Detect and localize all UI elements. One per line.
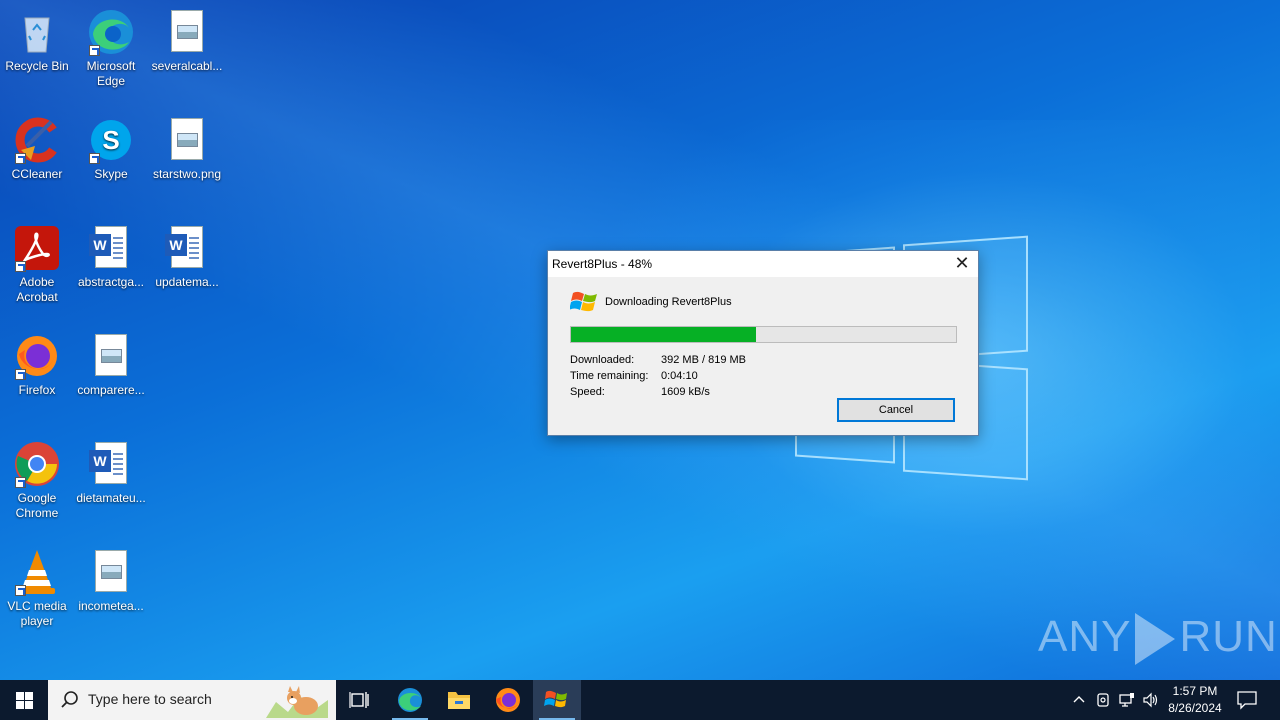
taskbar-revert8plus-button[interactable]	[533, 680, 581, 720]
vlc-icon	[13, 548, 61, 596]
windows-start-icon-pane	[16, 701, 24, 709]
download-dialog: Revert8Plus - 48% ✕ Downloading Revert8P…	[547, 250, 979, 436]
close-button[interactable]: ✕	[946, 251, 978, 277]
task-view-button[interactable]	[336, 680, 384, 720]
taskbar-edge-button[interactable]	[386, 680, 434, 720]
word-doc-icon: W	[87, 440, 135, 488]
download-stats: Downloaded: 392 MB / 819 MB Time remainin…	[570, 352, 870, 400]
action-center-button[interactable]	[1236, 690, 1258, 710]
desktop-icon-label: updatema...	[155, 275, 219, 289]
time-remaining-label: Time remaining:	[570, 370, 649, 382]
desktop-icon-comparere[interactable]: comparere...	[74, 332, 148, 398]
desktop-icon-label: Recycle Bin	[5, 59, 69, 73]
taskbar-firefox-button[interactable]	[484, 680, 532, 720]
desktop-icon-firefox[interactable]: Firefox	[0, 332, 74, 398]
desktop-icon-google-chrome[interactable]: Google Chrome	[0, 440, 74, 521]
search-placeholder: Type here to search	[88, 691, 212, 707]
desktop-icon-dietamateu[interactable]: W dietamateu...	[74, 440, 148, 506]
play-icon	[1135, 613, 1176, 666]
desktop-icon-incometea[interactable]: incometea...	[74, 548, 148, 614]
desktop-icon-label: severalcabl...	[151, 59, 223, 73]
firefox-icon	[496, 688, 520, 712]
desktop-icon-label: starstwo.png	[152, 167, 222, 181]
image-file-icon	[163, 116, 211, 164]
acrobat-icon	[13, 224, 61, 272]
image-file-icon	[87, 548, 135, 596]
desktop-icon-label: CCleaner	[11, 167, 63, 181]
cancel-button[interactable]: Cancel	[837, 398, 955, 422]
downloaded-value: 392 MB / 819 MB	[661, 354, 746, 366]
desktop-icon-label: VLC media player	[7, 599, 67, 628]
task-view-icon	[349, 692, 369, 708]
windows-start-icon-pane	[25, 692, 33, 700]
word-doc-icon: W	[87, 224, 135, 272]
image-file-icon	[163, 8, 211, 56]
speed-value: 1609 kB/s	[661, 386, 710, 398]
taskbar: Type here to search 1:57 PM 8/26/2024	[0, 680, 1280, 720]
file-explorer-icon	[448, 692, 470, 709]
network-icon[interactable]	[1118, 691, 1136, 709]
edge-icon	[87, 8, 135, 56]
desktop-icon-adobe-acrobat[interactable]: Adobe Acrobat	[0, 224, 74, 305]
windows-start-icon	[16, 692, 24, 700]
download-progress-bar	[570, 326, 957, 343]
show-hidden-icons-chevron-icon[interactable]	[1070, 691, 1088, 709]
svg-text:S: S	[102, 125, 119, 155]
skype-icon: S	[87, 116, 135, 164]
speed-label: Speed:	[570, 386, 605, 398]
desktop-icon-microsoft-edge[interactable]: Microsoft Edge	[74, 8, 148, 89]
chrome-icon	[13, 440, 61, 488]
desktop-icon-label: dietamateu...	[76, 491, 146, 505]
taskbar-file-explorer-button[interactable]	[435, 680, 483, 720]
windows-start-icon-pane	[25, 701, 33, 709]
clock-date: 8/26/2024	[1168, 701, 1222, 715]
volume-icon[interactable]	[1142, 691, 1160, 709]
downloaded-label: Downloaded:	[570, 354, 635, 366]
dialog-title: Revert8Plus - 48%	[552, 257, 653, 271]
desktop-icon-severalcabl[interactable]: severalcabl...	[150, 8, 224, 74]
word-doc-icon: W	[163, 224, 211, 272]
start-button[interactable]	[0, 680, 48, 720]
anyrun-watermark: ANY RUN	[1038, 612, 1278, 666]
device-tray-icon[interactable]	[1094, 691, 1112, 709]
edge-icon	[398, 688, 422, 712]
desktop-icon-label: Skype	[94, 167, 128, 181]
desktop-icon-skype[interactable]: S Skype	[74, 116, 148, 182]
firefox-icon	[13, 332, 61, 380]
taskbar-clock[interactable]: 1:57 PM 8/26/2024	[1160, 683, 1230, 717]
desktop-icon-starstwo[interactable]: starstwo.png	[150, 116, 224, 182]
windows-flag-icon	[569, 289, 600, 315]
desktop-icon-label: Microsoft Edge	[86, 59, 136, 88]
download-progress-fill	[571, 327, 756, 342]
desktop-icon-label: abstractga...	[77, 275, 145, 289]
taskbar-search-box[interactable]: Type here to search	[48, 680, 336, 720]
desktop-icon-label: Adobe Acrobat	[16, 275, 58, 304]
desktop-icon-vlc[interactable]: VLC media player	[0, 548, 74, 629]
desktop-icon-label: comparere...	[77, 383, 145, 397]
clock-time: 1:57 PM	[1172, 684, 1218, 698]
dialog-heading: Downloading Revert8Plus	[605, 296, 732, 308]
revert8plus-icon	[544, 690, 567, 708]
desktop-icon-ccleaner[interactable]: CCleaner	[0, 116, 74, 182]
image-file-icon	[87, 332, 135, 380]
watermark-left: ANY	[1038, 612, 1132, 661]
time-remaining-value: 0:04:10	[661, 370, 698, 382]
desktop-icon-label: incometea...	[78, 599, 144, 613]
desktop-icon-updatema[interactable]: W updatema...	[150, 224, 224, 290]
search-highlight-dog-icon	[266, 686, 328, 718]
watermark-right: RUN	[1179, 612, 1278, 661]
search-icon	[61, 691, 78, 708]
notification-icon	[1237, 691, 1257, 710]
desktop-icon-abstractga[interactable]: W abstractga...	[74, 224, 148, 290]
desktop-icon-label: Google Chrome	[15, 491, 59, 520]
desktop-icon-label: Firefox	[18, 383, 56, 397]
dialog-titlebar[interactable]: Revert8Plus - 48% ✕	[548, 251, 978, 277]
ccleaner-icon	[13, 116, 61, 164]
recycle-bin-icon	[13, 8, 61, 56]
desktop-icon-recycle-bin[interactable]: Recycle Bin	[0, 8, 74, 74]
